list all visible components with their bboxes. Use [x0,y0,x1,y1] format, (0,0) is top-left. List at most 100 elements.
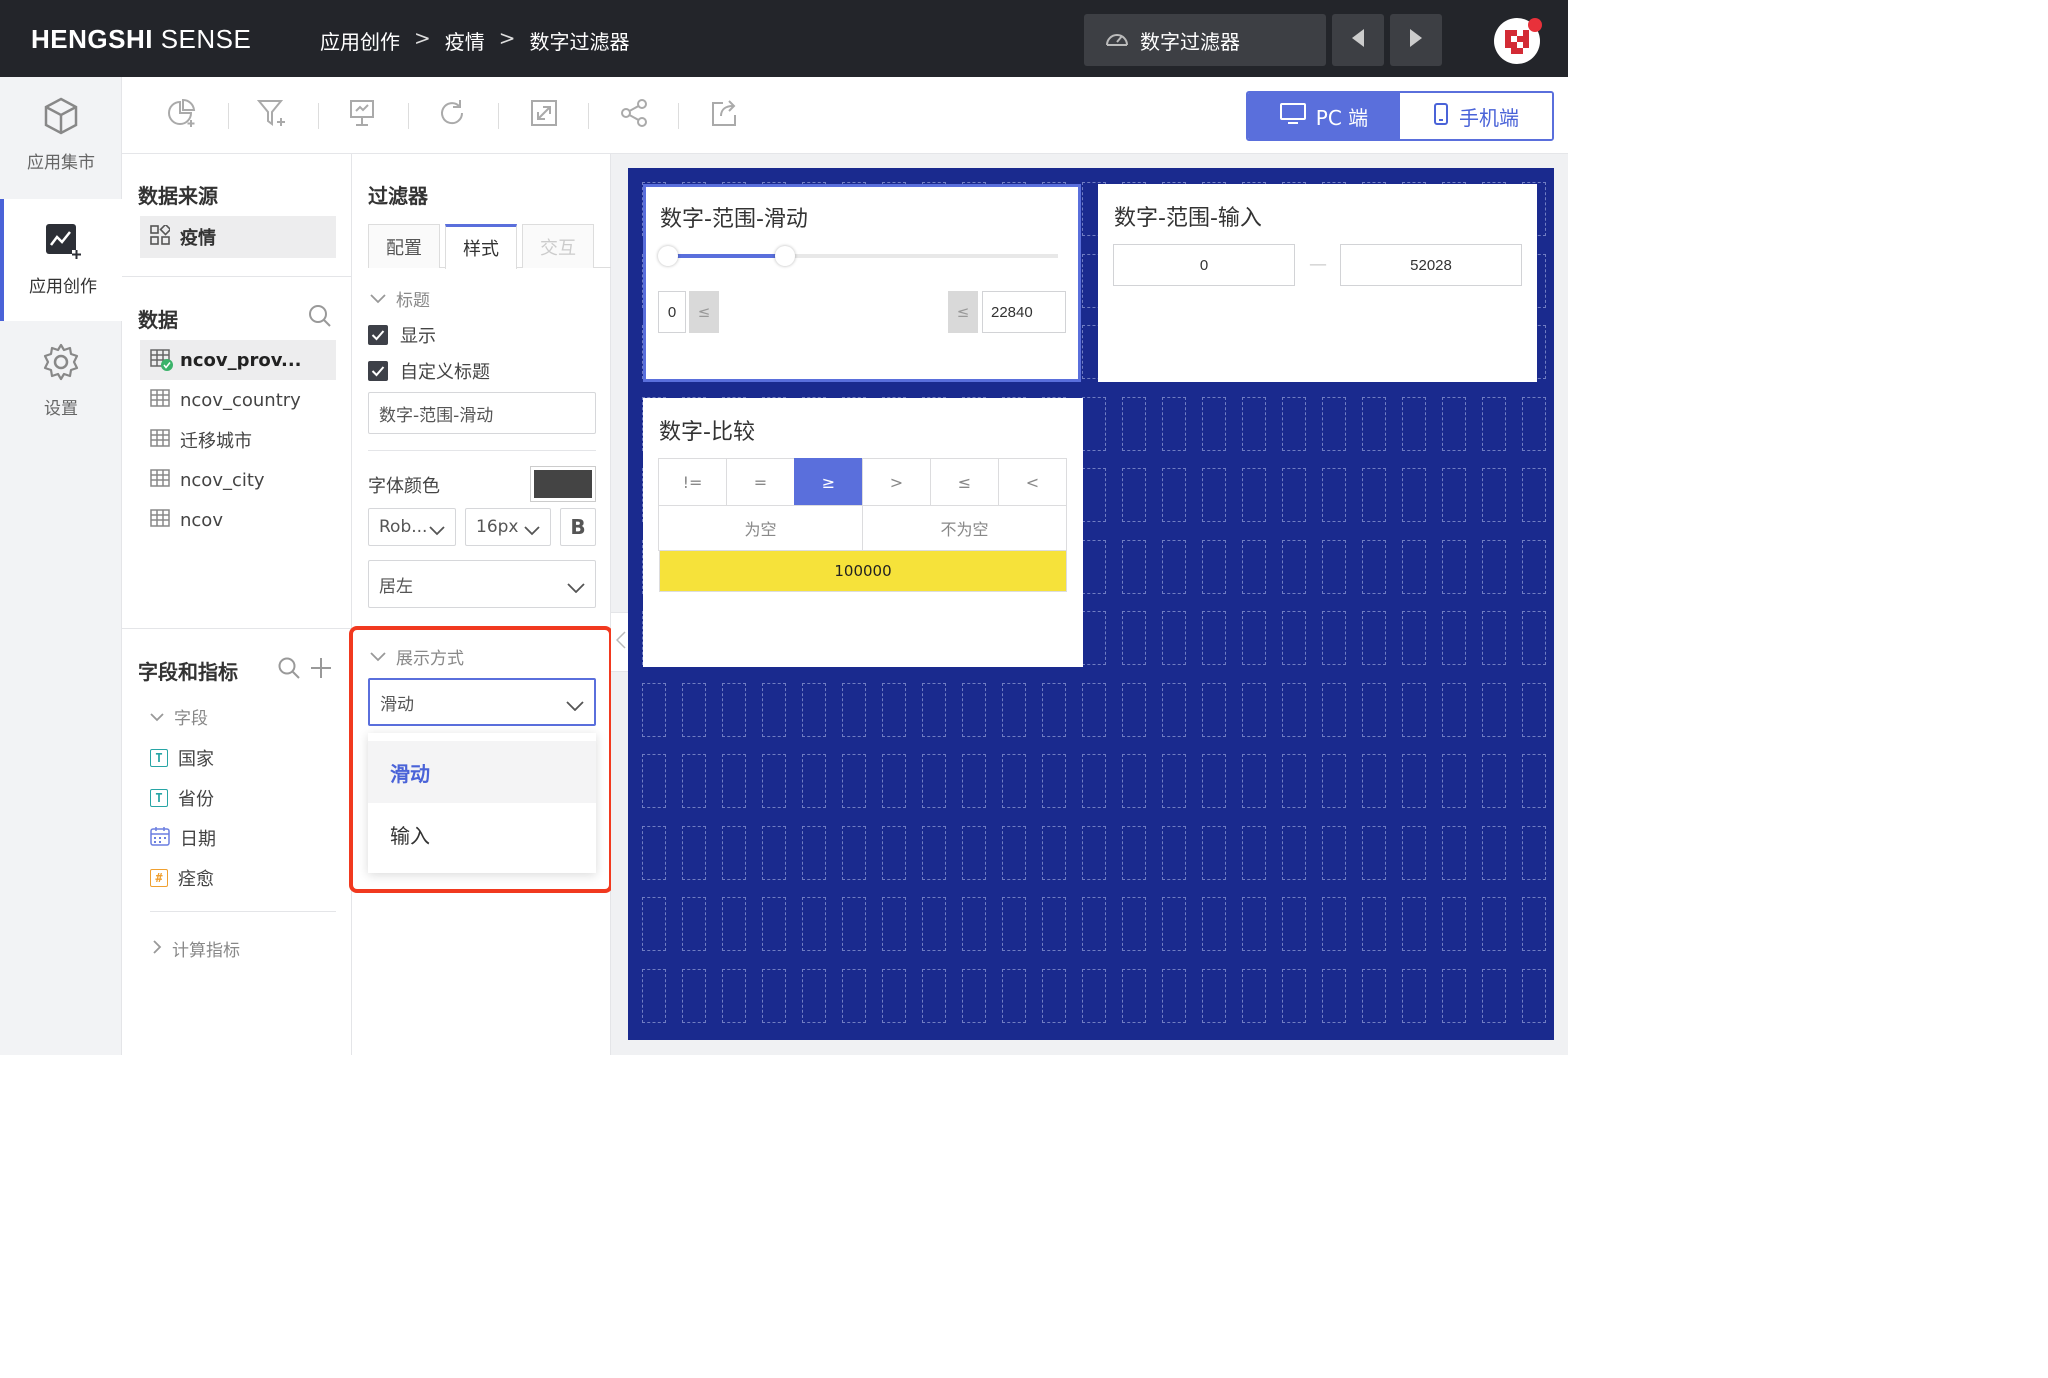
font-family-select[interactable]: Rob... [368,508,456,546]
range-max-input[interactable]: 52028 [1340,244,1522,286]
share-button[interactable] [618,99,650,131]
grid-placeholder [1122,611,1146,665]
filter-card-range-slider[interactable]: 数字-范围-滑动 0 ≤ ≤ 22840 [643,184,1081,382]
operator-button[interactable]: != [658,458,727,506]
export-icon [709,98,739,132]
slider-handle-min[interactable] [658,246,678,266]
dataset-search-icon[interactable] [308,304,332,332]
grid-placeholder [1442,396,1466,451]
rail-item-settings[interactable]: 设置 [0,343,122,419]
field-search-icon[interactable] [278,657,300,683]
rail-item-app-market[interactable]: 应用集市 [0,97,122,173]
add-presentation-button[interactable] [346,99,378,131]
refresh-button[interactable] [436,99,468,131]
title-section-header[interactable]: 标题 [370,286,430,311]
dropdown-option-slide[interactable]: 滑动 [368,741,596,803]
grid-placeholder [1322,825,1346,880]
export-button[interactable] [708,99,740,131]
slider-handle-max[interactable] [775,246,795,266]
grid-placeholder [1162,611,1186,665]
bold-toggle[interactable]: B [560,508,596,546]
grid-placeholder [1522,468,1546,522]
number-type-icon: # [150,869,168,887]
field-item[interactable]: T 国家 [150,743,214,773]
breadcrumb-separator: > [498,26,516,50]
grid-placeholder [1362,468,1386,522]
filter-card-range-input[interactable]: 数字-范围-输入 0 — 52028 [1098,184,1537,382]
field-item[interactable]: # 痊愈 [150,863,214,893]
grid-placeholder [1162,682,1186,737]
tab-config[interactable]: 配置 [368,224,440,268]
dataset-item[interactable]: ncov [140,500,336,540]
grid-placeholder [1242,539,1266,594]
pc-view-button[interactable]: PC 端 [1248,93,1400,139]
display-mode-dropdown: 滑动 输入 [368,733,596,873]
divider [368,450,596,451]
operator-button[interactable]: > [862,458,931,506]
dashboard-switcher[interactable]: 数字过滤器 [1084,14,1326,66]
font-color-picker[interactable] [530,466,596,502]
grid-placeholder [1042,754,1066,808]
dataset-item[interactable]: ncov_city [140,460,336,500]
field-item[interactable]: 日期 [150,823,216,853]
grid-placeholder [1122,968,1146,1023]
grid-placeholder [1362,897,1386,951]
grid-placeholder [1202,968,1226,1023]
align-select[interactable]: 居左 [368,560,596,608]
breadcrumb-item-app[interactable]: 疫情 [445,26,485,55]
grid-placeholder [762,754,786,808]
fields-group-header[interactable]: 字段 [150,704,208,729]
range-max-input[interactable]: 22840 [982,291,1066,333]
grid-placeholder [842,682,866,737]
not-null-button[interactable]: 不为空 [862,505,1067,551]
grid-placeholder [682,682,706,737]
dropdown-option-input[interactable]: 输入 [368,803,596,865]
tab-interaction[interactable]: 交互 [522,224,594,268]
next-dashboard-button[interactable] [1390,14,1442,66]
operator-button[interactable]: = [726,458,795,506]
operator-button[interactable]: ≤ [930,458,999,506]
fullscreen-button[interactable] [528,99,560,131]
dataset-item[interactable]: 迁移城市 [140,420,336,460]
grid-placeholder [1482,468,1506,522]
checkbox-checked-icon [368,325,388,345]
grid-placeholder [1162,897,1186,951]
grid-placeholder [882,897,906,951]
grid-placeholder [1202,825,1226,880]
show-title-checkbox[interactable]: 显示 [368,322,436,348]
dataset-item[interactable]: ncov_country [140,380,336,420]
rail-item-app-create[interactable]: 应用创作 [0,199,122,321]
grid-placeholder [1442,897,1466,951]
calc-group-header[interactable]: 计算指标 [152,936,240,961]
data-source-item[interactable]: 疫情 [140,216,336,258]
add-filter-button[interactable] [256,99,288,131]
filter-card-compare[interactable]: 数字-比较 != = ≥ > ≤ < 为空 不为空 100000 [643,398,1083,667]
grid-placeholder [642,968,666,1023]
add-chart-button[interactable] [166,98,198,131]
add-field-icon[interactable] [310,657,332,683]
range-min-input[interactable]: 0 [658,291,686,333]
dataset-item[interactable]: ncov_prov... [140,340,336,380]
custom-title-checkbox[interactable]: 自定义标题 [368,358,490,384]
prev-dashboard-button[interactable] [1332,14,1384,66]
dashboard-canvas[interactable]: 数字-范围-滑动 0 ≤ ≤ 22840 数字-范围-输入 0 — 52028 … [628,168,1554,1040]
rail-item-label: 应用创作 [29,277,97,297]
breadcrumb-item-app-create[interactable]: 应用创作 [320,26,400,55]
dataset-name: ncov_city [180,469,265,491]
operator-button[interactable]: ≥ [794,458,863,506]
grid-placeholder [1002,682,1026,737]
grid-placeholder [762,968,786,1023]
tab-style[interactable]: 样式 [445,224,517,269]
card-title: 数字-范围-滑动 [660,207,808,232]
custom-title-input[interactable]: 数字-范围-滑动 [368,392,596,434]
brand-logo[interactable]: HENGSHI SENSE [31,24,251,55]
grid-placeholder [802,897,826,951]
is-null-button[interactable]: 为空 [658,505,863,551]
font-size-select[interactable]: 16px [465,508,551,546]
grid-placeholder [762,897,786,951]
range-min-input[interactable]: 0 [1113,244,1295,286]
field-item[interactable]: T 省份 [150,783,214,813]
compare-value-input[interactable]: 100000 [659,550,1067,592]
operator-button[interactable]: < [998,458,1067,506]
mobile-view-button[interactable]: 手机端 [1400,93,1552,139]
